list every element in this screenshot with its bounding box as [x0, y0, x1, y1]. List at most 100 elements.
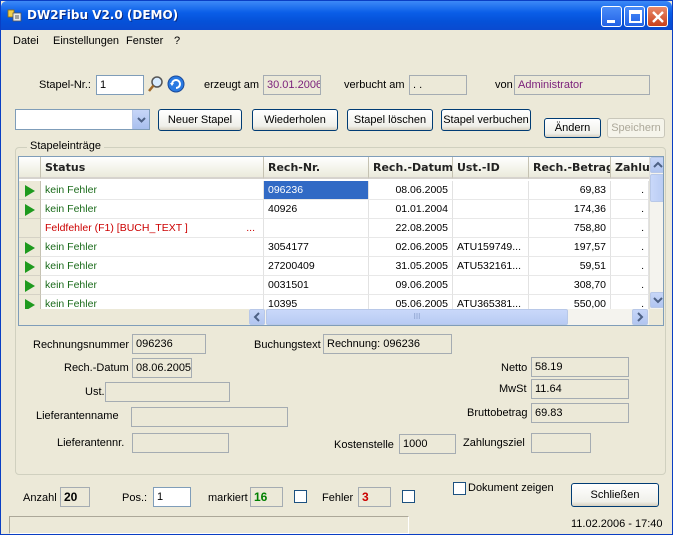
cell-datum: 02.06.2005 — [369, 238, 453, 257]
column-header-datum[interactable]: Rech.-Datum — [369, 157, 453, 179]
erzeugt-label: erzeugt am — [204, 79, 260, 91]
cell-betrag: 69,83 — [529, 181, 611, 200]
status-text: kein Fehler — [45, 184, 97, 196]
refresh-icon[interactable] — [167, 75, 185, 93]
minimize-icon — [607, 20, 615, 23]
status-more-icon[interactable]: ... — [246, 222, 255, 234]
rechnungsnummer-label: Rechnungsnummer — [33, 339, 129, 351]
table-row[interactable]: kein Fehler 096236 08.06.2005 69,83. — [19, 181, 649, 200]
brutto-field: 69.83 — [531, 403, 629, 423]
main-window: DW2Fibu V2.0 (DEMO) Datei Einstellungen … — [0, 0, 673, 535]
table-row[interactable]: kein Fehler 40926 01.01.2004 174,36. — [19, 200, 649, 219]
title-bar[interactable]: DW2Fibu V2.0 (DEMO) — [1, 1, 672, 30]
dokument-zeigen-checkbox[interactable] — [453, 482, 466, 495]
cell-rechnr — [264, 219, 369, 238]
column-header-betrag[interactable]: Rech.-Betrag — [529, 157, 611, 179]
cell-ustid: ATU159749... — [453, 238, 529, 257]
menu-help[interactable]: ? — [174, 35, 180, 47]
column-header-status[interactable]: Status — [41, 157, 264, 179]
chevron-up-icon — [653, 161, 663, 168]
fehler-label: Fehler — [322, 492, 354, 504]
cell-zahl: . — [611, 257, 649, 276]
table-row[interactable]: Feldfehler (F1) [BUCH_TEXT ]... 22.08.200… — [19, 219, 649, 238]
close-button[interactable] — [647, 6, 668, 27]
vertical-scroll-thumb[interactable] — [650, 174, 663, 202]
stapel-combo[interactable] — [15, 109, 150, 130]
cell-rechnr: 0031501 — [264, 276, 369, 295]
cell-datum: 31.05.2005 — [369, 257, 453, 276]
app-icon — [7, 9, 22, 22]
anzahl-label: Anzahl — [23, 492, 57, 504]
horizontal-scroll-thumb[interactable]: III — [266, 309, 568, 325]
play-arrow-icon — [25, 280, 35, 292]
cell-rechnr: 40926 — [264, 200, 369, 219]
stapel-verbuchen-button[interactable]: Stapel verbuchen — [441, 109, 531, 131]
cell-rechnr: 096236 — [264, 181, 369, 200]
cell-betrag: 758,80 — [529, 219, 611, 238]
table-row[interactable]: kein Fehler 27200409 31.05.2005 ATU532161..… — [19, 257, 649, 276]
scroll-right-button[interactable] — [632, 309, 648, 325]
cell-ustid: ATU532161... — [453, 257, 529, 276]
markiert-field: 16 — [250, 487, 283, 507]
schliessen-button[interactable]: Schließen — [571, 483, 659, 507]
scroll-left-button[interactable] — [249, 309, 265, 325]
row-indicator[interactable] — [19, 200, 41, 219]
status-panel-left — [9, 516, 409, 534]
speichern-button[interactable]: Speichern — [607, 118, 665, 138]
horizontal-scrollbar[interactable]: III — [249, 309, 649, 325]
scroll-up-button[interactable] — [650, 157, 663, 173]
markiert-checkbox[interactable] — [294, 490, 307, 503]
aendern-button[interactable]: Ändern — [544, 118, 601, 138]
row-indicator[interactable] — [19, 276, 41, 295]
menu-einstellungen[interactable]: Einstellungen — [53, 35, 119, 47]
entries-table: Status Rech-Nr. Rech.-Datum Ust.-ID Rech… — [18, 156, 664, 326]
cell-betrag: 197,57 — [529, 238, 611, 257]
cell-zahl: . — [611, 200, 649, 219]
table-row[interactable]: kein Fehler 0031501 09.06.2005 308,70. — [19, 276, 649, 295]
kostenstelle-label: Kostenstelle — [334, 439, 394, 451]
maximize-button[interactable] — [624, 6, 645, 27]
fehler-checkbox[interactable] — [402, 490, 415, 503]
menu-datei[interactable]: Datei — [13, 35, 39, 47]
search-icon[interactable] — [147, 75, 165, 94]
status-text: kein Fehler — [45, 241, 97, 253]
play-arrow-icon — [25, 204, 35, 216]
cell-ustid — [453, 200, 529, 219]
wiederholen-button[interactable]: Wiederholen — [252, 109, 338, 131]
cell-datum: 01.01.2004 — [369, 200, 453, 219]
maximize-icon — [629, 10, 642, 23]
verbucht-label: verbucht am — [344, 79, 405, 91]
cell-datum: 08.06.2005 — [369, 181, 453, 200]
column-header-rechnr[interactable]: Rech-Nr. — [264, 157, 369, 179]
stapel-nr-input[interactable]: 1 — [96, 75, 144, 95]
pos-input[interactable]: 1 — [153, 487, 191, 507]
neuer-stapel-button[interactable]: Neuer Stapel — [158, 109, 242, 131]
scroll-corner — [649, 309, 663, 325]
netto-label: Netto — [501, 362, 528, 374]
stapel-loeschen-button[interactable]: Stapel löschen — [347, 109, 433, 131]
minimize-button[interactable] — [601, 6, 622, 27]
von-label: von — [495, 79, 513, 91]
cell-rechnr: 3054177 — [264, 238, 369, 257]
erzeugt-am-field: 30.01.2006 — [263, 75, 321, 95]
vertical-scrollbar[interactable] — [649, 157, 663, 309]
dokument-zeigen-label[interactable]: Dokument zeigen — [468, 482, 554, 494]
row-indicator[interactable] — [19, 219, 41, 238]
cell-zahl: . — [611, 219, 649, 238]
row-indicator[interactable] — [19, 257, 41, 276]
status-text: Feldfehler (F1) [BUCH_TEXT ] — [45, 222, 188, 234]
cell-betrag: 59,51 — [529, 257, 611, 276]
menu-fenster[interactable]: Fenster — [126, 35, 163, 47]
scroll-down-button[interactable] — [650, 292, 663, 308]
column-header-zahlung[interactable]: Zahlungs — [611, 157, 651, 179]
column-header-ustid[interactable]: Ust.-ID — [453, 157, 529, 179]
chevron-down-icon[interactable] — [132, 110, 149, 129]
cell-status: Feldfehler (F1) [BUCH_TEXT ]... — [41, 219, 264, 238]
zahlungsziel-field — [531, 433, 591, 453]
row-indicator[interactable] — [19, 181, 41, 200]
cell-status: kein Fehler — [41, 257, 264, 276]
verbucht-am-field: . . — [409, 75, 467, 95]
menu-bar: Datei Einstellungen Fenster ? — [2, 31, 672, 51]
row-indicator[interactable] — [19, 238, 41, 257]
table-row[interactable]: kein Fehler 3054177 02.06.2005 ATU159749...… — [19, 238, 649, 257]
